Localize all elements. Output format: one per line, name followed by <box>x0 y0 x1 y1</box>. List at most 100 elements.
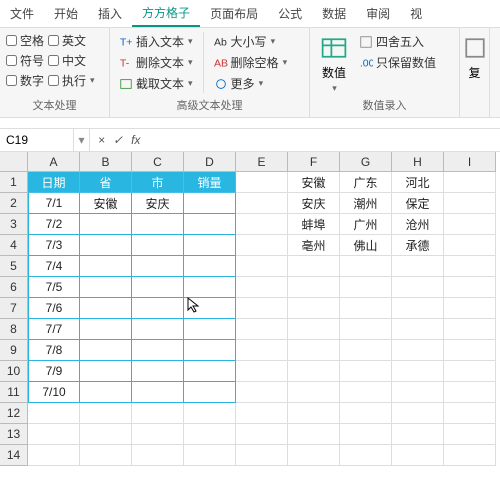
cell-D11[interactable] <box>184 382 236 403</box>
cell-F5[interactable] <box>288 256 340 277</box>
cell-E14[interactable] <box>236 445 288 466</box>
cell-D8[interactable] <box>184 319 236 340</box>
ribbon-tab-6[interactable]: 数据 <box>312 0 356 27</box>
cell-H10[interactable] <box>392 361 444 382</box>
confirm-icon[interactable]: ✓ <box>113 133 123 147</box>
checkbox-英文[interactable]: 英文 <box>48 32 95 49</box>
btn-四舍五入[interactable]: 四舍五入 <box>356 32 439 51</box>
cell-A11[interactable]: 7/10 <box>28 382 80 403</box>
cell-A9[interactable]: 7/8 <box>28 340 80 361</box>
cell-E8[interactable] <box>236 319 288 340</box>
ribbon-tab-3[interactable]: 方方格子 <box>132 0 200 27</box>
row-header-6[interactable]: 6 <box>0 277 28 298</box>
cell-G1[interactable]: 广东 <box>340 172 392 193</box>
cell-G13[interactable] <box>340 424 392 445</box>
cell-A3[interactable]: 7/2 <box>28 214 80 235</box>
cell-A13[interactable] <box>28 424 80 445</box>
name-box[interactable]: C19 <box>0 129 74 151</box>
cell-H5[interactable] <box>392 256 444 277</box>
cell-F1[interactable]: 安徽 <box>288 172 340 193</box>
cell-B12[interactable] <box>80 403 132 424</box>
ribbon-tab-7[interactable]: 审阅 <box>356 0 400 27</box>
cell-G4[interactable]: 佛山 <box>340 235 392 256</box>
cell-D1[interactable]: 销量 <box>184 172 236 193</box>
cell-I5[interactable] <box>444 256 496 277</box>
row-header-14[interactable]: 14 <box>0 445 28 466</box>
cell-F11[interactable] <box>288 382 340 403</box>
cell-B1[interactable]: 省 <box>80 172 132 193</box>
cell-D6[interactable] <box>184 277 236 298</box>
row-header-7[interactable]: 7 <box>0 298 28 319</box>
cell-A12[interactable] <box>28 403 80 424</box>
btn-删除空格[interactable]: AB删除空格▾ <box>211 53 291 72</box>
fx-icon[interactable]: fx <box>131 133 140 147</box>
cell-E7[interactable] <box>236 298 288 319</box>
cell-B6[interactable] <box>80 277 132 298</box>
cell-C5[interactable] <box>132 256 184 277</box>
cell-D14[interactable] <box>184 445 236 466</box>
cell-G5[interactable] <box>340 256 392 277</box>
cell-C13[interactable] <box>132 424 184 445</box>
cell-F7[interactable] <box>288 298 340 319</box>
cell-B5[interactable] <box>80 256 132 277</box>
cell-H14[interactable] <box>392 445 444 466</box>
ribbon-tab-5[interactable]: 公式 <box>268 0 312 27</box>
cell-H1[interactable]: 河北 <box>392 172 444 193</box>
ribbon-tab-8[interactable]: 视 <box>400 0 432 27</box>
cell-H8[interactable] <box>392 319 444 340</box>
cell-E4[interactable] <box>236 235 288 256</box>
cell-G8[interactable] <box>340 319 392 340</box>
row-header-5[interactable]: 5 <box>0 256 28 277</box>
cell-F8[interactable] <box>288 319 340 340</box>
col-header-E[interactable]: E <box>236 152 288 172</box>
cell-I3[interactable] <box>444 214 496 235</box>
cell-F13[interactable] <box>288 424 340 445</box>
cell-H2[interactable]: 保定 <box>392 193 444 214</box>
cell-H6[interactable] <box>392 277 444 298</box>
checkbox-符号[interactable]: 符号 <box>6 52 44 69</box>
cell-I7[interactable] <box>444 298 496 319</box>
cell-C6[interactable] <box>132 277 184 298</box>
btn-只保留数值[interactable]: .00只保留数值 <box>356 53 439 72</box>
row-header-8[interactable]: 8 <box>0 319 28 340</box>
col-header-I[interactable]: I <box>444 152 496 172</box>
cell-G3[interactable]: 广州 <box>340 214 392 235</box>
cell-B4[interactable] <box>80 235 132 256</box>
cell-I1[interactable] <box>444 172 496 193</box>
ribbon-tab-1[interactable]: 开始 <box>44 0 88 27</box>
cell-A1[interactable]: 日期 <box>28 172 80 193</box>
cell-A7[interactable]: 7/6 <box>28 298 80 319</box>
cell-E12[interactable] <box>236 403 288 424</box>
name-box-dropdown[interactable]: ▾ <box>74 129 90 151</box>
ribbon-tab-0[interactable]: 文件 <box>0 0 44 27</box>
cell-A6[interactable]: 7/5 <box>28 277 80 298</box>
cancel-icon[interactable]: × <box>98 133 105 147</box>
cell-C1[interactable]: 市 <box>132 172 184 193</box>
col-header-A[interactable]: A <box>28 152 80 172</box>
cell-H9[interactable] <box>392 340 444 361</box>
cell-C14[interactable] <box>132 445 184 466</box>
cell-H3[interactable]: 沧州 <box>392 214 444 235</box>
cell-C2[interactable]: 安庆 <box>132 193 184 214</box>
ribbon-tab-2[interactable]: 插入 <box>88 0 132 27</box>
cell-C10[interactable] <box>132 361 184 382</box>
cell-D10[interactable] <box>184 361 236 382</box>
row-header-12[interactable]: 12 <box>0 403 28 424</box>
btn-插入文本[interactable]: T+插入文本▾ <box>116 32 196 51</box>
cell-C9[interactable] <box>132 340 184 361</box>
cell-I13[interactable] <box>444 424 496 445</box>
cell-E2[interactable] <box>236 193 288 214</box>
cell-A4[interactable]: 7/3 <box>28 235 80 256</box>
cell-E9[interactable] <box>236 340 288 361</box>
col-header-C[interactable]: C <box>132 152 184 172</box>
cell-D2[interactable] <box>184 193 236 214</box>
cell-H4[interactable]: 承德 <box>392 235 444 256</box>
cell-B3[interactable] <box>80 214 132 235</box>
row-header-10[interactable]: 10 <box>0 361 28 382</box>
cell-E13[interactable] <box>236 424 288 445</box>
cell-B9[interactable] <box>80 340 132 361</box>
cell-I2[interactable] <box>444 193 496 214</box>
row-header-13[interactable]: 13 <box>0 424 28 445</box>
cell-H13[interactable] <box>392 424 444 445</box>
cell-A8[interactable]: 7/7 <box>28 319 80 340</box>
